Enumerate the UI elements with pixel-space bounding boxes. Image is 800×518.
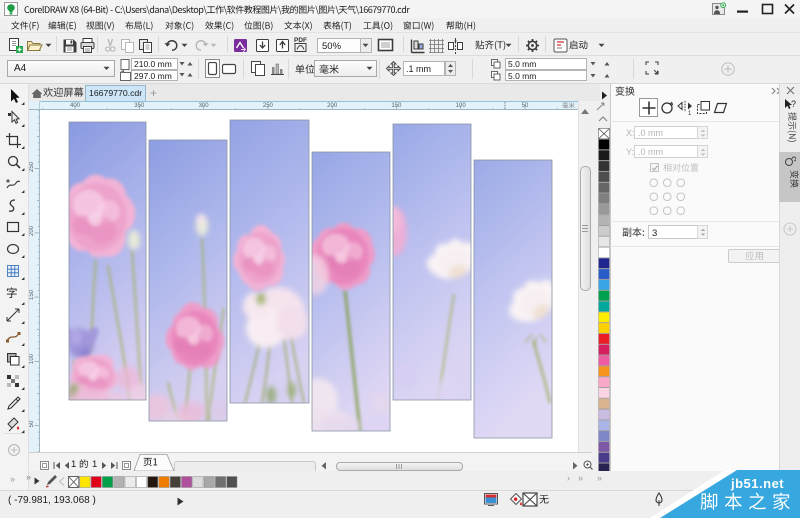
svg-text:1: 1: [688, 111, 692, 117]
svg-text:?: ?: [791, 99, 796, 109]
